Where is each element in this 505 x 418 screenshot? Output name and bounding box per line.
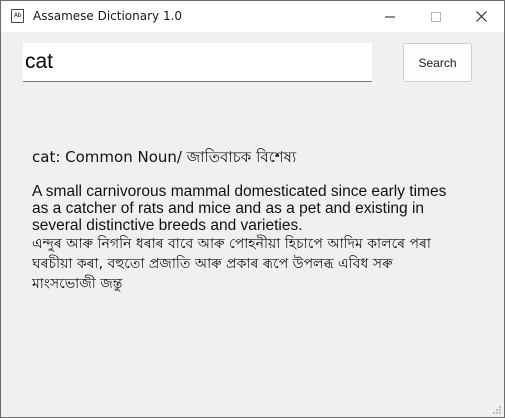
maximize-button[interactable] [413,1,459,32]
search-input[interactable] [23,43,372,82]
entry-gap [32,166,452,183]
resize-grip-icon[interactable] [492,405,502,415]
search-button[interactable]: Search [403,43,472,82]
title-bar[interactable]: Ab Assamese Dictionary 1.0 [1,1,504,32]
result-panel: cat: Common Noun/ জাতিবাচক বিশেষ্য A sma… [32,149,452,294]
close-icon [475,11,487,22]
app-icon: Ab [11,9,24,23]
app-window: Ab Assamese Dictionary 1.0 Search cat: C… [0,0,505,418]
definition-english: A small carnivorous mammal domesticated … [32,183,447,234]
window-title: Assamese Dictionary 1.0 [33,9,183,23]
minimize-icon [385,16,395,17]
minimize-button[interactable] [367,1,413,32]
close-button[interactable] [458,1,504,32]
maximize-icon [431,11,441,22]
entry-heading: cat: Common Noun/ জাতিবাচক বিশেষ্য [32,148,297,166]
definition-assamese: এন্দুৰ আৰু নিগনি ধৰাৰ বাবে আৰু পোহনীয়া … [32,236,431,292]
